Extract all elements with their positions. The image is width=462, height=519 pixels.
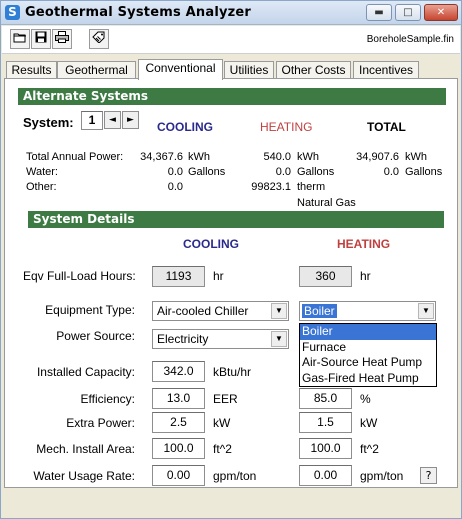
- extra-power-label: Extra Power:: [66, 416, 135, 430]
- water-usage-heating-unit: gpm/ton: [360, 469, 404, 483]
- extra-power-cooling-field[interactable]: 2.5: [152, 412, 205, 433]
- tab-other-costs[interactable]: Other Costs: [276, 61, 351, 79]
- efficiency-cooling-unit: EER: [213, 392, 238, 406]
- water-cooling-value: 0.0: [167, 166, 183, 178]
- title-bar[interactable]: S Geothermal Systems Analyzer ▬ □ ✕: [1, 1, 461, 25]
- power-total-value: 34,907.6: [356, 151, 399, 163]
- system-number-field[interactable]: 1: [81, 111, 103, 130]
- chevron-down-icon[interactable]: ▼: [271, 303, 287, 319]
- dropdown-option-boiler[interactable]: Boiler: [300, 324, 436, 340]
- next-system-button[interactable]: ►: [122, 111, 139, 129]
- toolbar: BoreholeSample.fin: [2, 26, 460, 54]
- minimize-button[interactable]: ▬: [366, 4, 392, 21]
- alt-cooling-heading: COOLING: [157, 120, 213, 134]
- heating-equipment-dropdown-list: Boiler Furnace Air-Source Heat Pump Gas-…: [299, 323, 437, 387]
- tag-icon[interactable]: [89, 29, 109, 49]
- cooling-equipment-select[interactable]: Air-cooled Chiller ▼: [152, 301, 289, 321]
- eqv-hours-heating-field: 360: [299, 266, 352, 287]
- other-heating-value: 99823.1: [251, 181, 291, 193]
- efficiency-label: Efficiency:: [80, 392, 135, 406]
- eqv-hours-cooling-field: 1193: [152, 266, 205, 287]
- file-name-label: BoreholeSample.fin: [366, 34, 454, 45]
- tab-geothermal[interactable]: Geothermal: [57, 61, 136, 79]
- eqv-hours-cooling-unit: hr: [213, 269, 224, 283]
- mech-area-cooling-unit: ft^2: [213, 442, 232, 456]
- tab-incentives[interactable]: Incentives: [353, 61, 419, 79]
- extra-power-cooling-unit: kW: [213, 416, 231, 430]
- water-usage-cooling-field[interactable]: 0.00: [152, 465, 205, 486]
- tab-utilities[interactable]: Utilities: [224, 61, 274, 79]
- chevron-down-icon[interactable]: ▼: [418, 303, 434, 319]
- installed-capacity-label: Installed Capacity:: [36, 365, 135, 379]
- details-heating-heading: HEATING: [337, 237, 391, 251]
- water-usage-cooling-unit: gpm/ton: [213, 469, 257, 483]
- power-heating-unit: kWh: [297, 151, 319, 163]
- water-usage-heating-field[interactable]: 0.00: [299, 465, 352, 486]
- extra-power-heating-unit: kW: [360, 416, 378, 430]
- efficiency-heating-unit: %: [360, 392, 371, 406]
- dropdown-option-furnace[interactable]: Furnace: [300, 340, 436, 356]
- power-heating-value: 540.0: [263, 151, 291, 163]
- system-details-header: System Details: [28, 211, 444, 228]
- other-heating-unit: therm: [297, 181, 326, 193]
- mech-area-heating-field[interactable]: 100.0: [299, 438, 352, 459]
- water-total-value: 0.0: [383, 166, 399, 178]
- app-window: S Geothermal Systems Analyzer ▬ □ ✕ Bore…: [0, 0, 462, 519]
- other-label: Other:: [26, 181, 57, 193]
- water-usage-rate-label: Water Usage Rate:: [33, 469, 135, 483]
- installed-capacity-unit: kBtu/hr: [213, 365, 252, 379]
- mech-area-heating-unit: ft^2: [360, 442, 379, 456]
- eqv-full-load-hours-label: Eqv Full-Load Hours:: [23, 269, 136, 283]
- heating-equipment-select[interactable]: Boiler ▼: [299, 301, 436, 321]
- eqv-hours-heating-unit: hr: [360, 269, 371, 283]
- system-label: System:: [23, 115, 74, 130]
- mech-area-cooling-field[interactable]: 100.0: [152, 438, 205, 459]
- cooling-equipment-value: Air-cooled Chiller: [157, 304, 249, 318]
- maximize-button[interactable]: □: [395, 4, 421, 21]
- water-label: Water:: [26, 166, 58, 178]
- efficiency-cooling-field[interactable]: 13.0: [152, 388, 205, 409]
- tab-conventional[interactable]: Conventional: [138, 59, 223, 80]
- app-logo-icon: S: [5, 5, 20, 20]
- printer-icon[interactable]: [52, 29, 72, 49]
- help-button[interactable]: ?: [420, 467, 437, 484]
- chevron-down-icon[interactable]: ▼: [271, 331, 287, 347]
- alt-total-heading: TOTAL: [367, 120, 406, 134]
- efficiency-heating-field[interactable]: 85.0: [299, 388, 352, 409]
- heating-equipment-value: Boiler: [302, 304, 337, 318]
- dropdown-option-gas-fired-heat-pump[interactable]: Gas-Fired Heat Pump: [300, 371, 436, 387]
- window-title: Geothermal Systems Analyzer: [25, 5, 252, 20]
- power-cooling-value: 34,367.6: [140, 151, 183, 163]
- power-cooling-unit: kWh: [188, 151, 210, 163]
- alt-heating-heading: HEATING: [260, 120, 313, 134]
- extra-power-heating-field[interactable]: 1.5: [299, 412, 352, 433]
- installed-capacity-cooling-field[interactable]: 342.0: [152, 361, 205, 382]
- power-total-unit: kWh: [405, 151, 427, 163]
- water-cooling-unit: Gallons: [188, 166, 226, 178]
- open-folder-icon[interactable]: [10, 29, 30, 49]
- water-heating-value: 0.0: [275, 166, 291, 178]
- tab-bar: Results Geothermal Conventional Utilitie…: [1, 59, 461, 80]
- other-cooling-value: 0.0: [167, 181, 183, 193]
- previous-system-button[interactable]: ◄: [104, 111, 121, 129]
- power-source-value: Electricity: [157, 332, 209, 346]
- other-fuel-label: Natural Gas: [297, 197, 356, 209]
- details-cooling-heading: COOLING: [183, 237, 239, 251]
- alternate-systems-header: Alternate Systems: [18, 88, 446, 105]
- close-button[interactable]: ✕: [424, 4, 458, 21]
- power-source-select[interactable]: Electricity ▼: [152, 329, 289, 349]
- water-heating-unit: Gallons: [297, 166, 335, 178]
- total-annual-power-label: Total Annual Power:: [26, 151, 124, 163]
- equipment-type-label: Equipment Type:: [45, 303, 135, 317]
- dropdown-option-air-source-heat-pump[interactable]: Air-Source Heat Pump: [300, 355, 436, 371]
- water-total-unit: Gallons: [405, 166, 443, 178]
- mech-install-area-label: Mech. Install Area:: [36, 442, 135, 456]
- save-disk-icon[interactable]: [31, 29, 51, 49]
- power-source-label: Power Source:: [56, 329, 135, 343]
- tab-results[interactable]: Results: [6, 61, 57, 79]
